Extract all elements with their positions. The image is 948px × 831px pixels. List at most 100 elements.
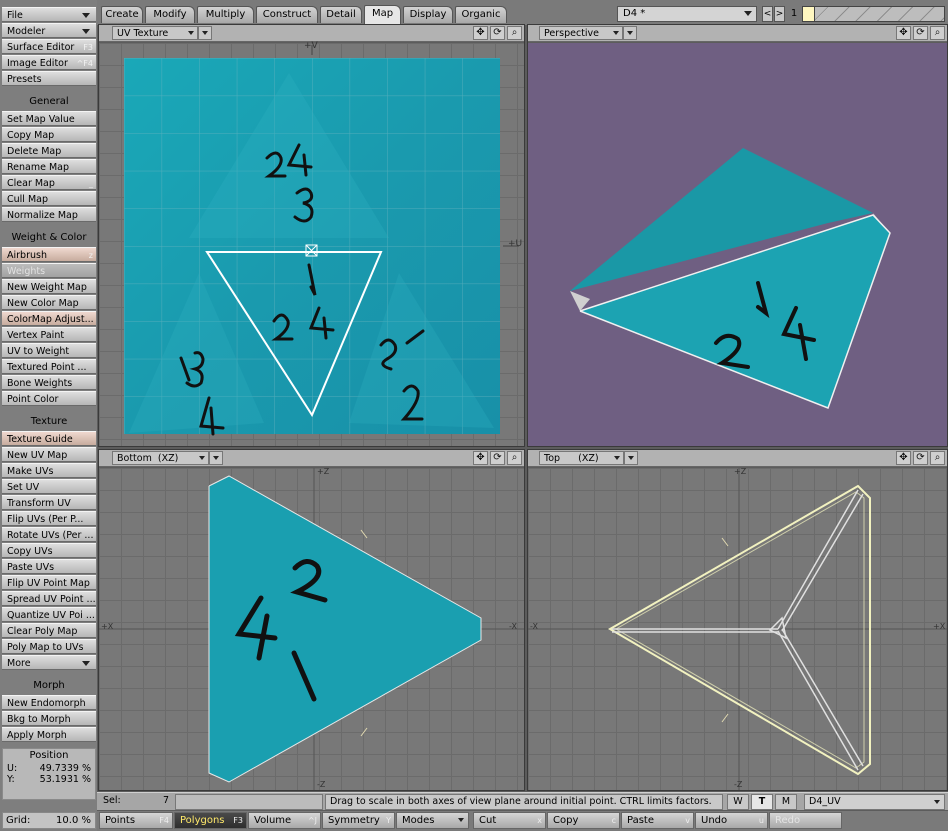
active-layer-button[interactable] [803, 7, 815, 21]
bottom-viewport[interactable]: Bottom (XZ) ✥ ⟳ ⌕ +Z -Z +X -X [98, 449, 525, 791]
more-menu[interactable]: More [2, 655, 96, 670]
clear-poly-map-button[interactable]: Clear Poly Map [2, 623, 96, 638]
transform-uv-button[interactable]: Transform UV [2, 495, 96, 510]
rotate-view-icon[interactable]: ⟳ [490, 26, 505, 40]
status-bar: Sel: 7 Drag to scale in both axes of view… [97, 792, 948, 810]
tab-organic[interactable]: Organic [455, 6, 507, 23]
paste-uvs-button[interactable]: Paste UVs [2, 559, 96, 574]
file-menu[interactable]: File [2, 7, 96, 22]
rename-map-button[interactable]: Rename Map [2, 159, 96, 174]
rotate-view-icon[interactable]: ⟳ [913, 26, 928, 40]
weights-button[interactable]: Weights [2, 263, 96, 278]
uv-to-weight-button[interactable]: UV to Weight [2, 343, 96, 358]
t-toggle[interactable]: T [751, 794, 773, 810]
redo-button[interactable]: Redo [769, 812, 842, 829]
symmetry-button[interactable]: Symmetry Y [322, 812, 395, 829]
apply-morph-button[interactable]: Apply Morph [2, 727, 96, 742]
zoom-view-icon[interactable]: ⌕ [930, 451, 945, 465]
m-toggle[interactable]: M [775, 794, 797, 810]
zoom-view-icon[interactable]: ⌕ [930, 26, 945, 40]
set-uv-button[interactable]: Set UV [2, 479, 96, 494]
view-type-selector[interactable]: Bottom (XZ) [112, 451, 209, 465]
poly-map-to-uvs-button[interactable]: Poly Map to UVs [2, 639, 96, 654]
tab-detail[interactable]: Detail [320, 6, 362, 23]
colormap-adjust-button[interactable]: ColorMap Adjust... [2, 311, 96, 326]
perspective-viewport[interactable]: Perspective ✥ ⟳ ⌕ [527, 24, 948, 447]
tab-map[interactable]: Map [364, 5, 401, 24]
points-mode-button[interactable]: Points F4 [99, 812, 173, 829]
view-type-selector[interactable]: Top (XZ) [539, 451, 624, 465]
airbrush-button[interactable]: Airbrush z [2, 247, 96, 262]
view-options-menu[interactable] [198, 26, 212, 40]
position-u-row: U: 49.7339 % [7, 763, 91, 774]
spread-uv-point-button[interactable]: Spread UV Point ... [2, 591, 96, 606]
presets-button[interactable]: Presets [2, 71, 96, 86]
zoom-view-icon[interactable]: ⌕ [507, 26, 522, 40]
new-weight-map-button[interactable]: New Weight Map [2, 279, 96, 294]
move-view-icon[interactable]: ✥ [473, 451, 488, 465]
perspective-canvas[interactable] [528, 43, 947, 446]
new-color-map-button[interactable]: New Color Map [2, 295, 96, 310]
clear-map-button[interactable]: Clear Map _ [2, 175, 96, 190]
quantize-uv-button[interactable]: Quantize UV Poi ... [2, 607, 96, 622]
move-view-icon[interactable]: ✥ [473, 26, 488, 40]
make-uvs-button[interactable]: Make UVs [2, 463, 96, 478]
textured-point-button[interactable]: Textured Point ... [2, 359, 96, 374]
uv-canvas[interactable]: +V +U [99, 41, 524, 446]
rotate-uvs-button[interactable]: Rotate UVs (Per ... [2, 527, 96, 542]
top-canvas[interactable]: +Z -Z -X +X [528, 467, 947, 790]
tab-construct[interactable]: Construct [256, 6, 318, 23]
tab-display[interactable]: Display [403, 6, 453, 23]
volume-mode-button[interactable]: Volume ^J [248, 812, 321, 829]
set-map-value-button[interactable]: Set Map Value [2, 111, 96, 126]
normalize-map-button[interactable]: Normalize Map [2, 207, 96, 222]
copy-map-button[interactable]: Copy Map [2, 127, 96, 142]
vmap-selector[interactable]: D4_UV [804, 794, 945, 810]
uv-texture-viewport[interactable]: UV Texture ✥ ⟳ ⌕ +V +U [98, 24, 525, 447]
tab-multiply[interactable]: Multiply [197, 6, 254, 23]
view-options-menu[interactable] [209, 451, 223, 465]
object-selector[interactable]: D4 * [617, 6, 757, 22]
grid-size-field[interactable]: Grid: 10.0 % [2, 812, 96, 829]
delete-map-button[interactable]: Delete Map [2, 143, 96, 158]
w-toggle[interactable]: W [727, 794, 749, 810]
tab-modify[interactable]: Modify [145, 6, 195, 23]
zoom-view-icon[interactable]: ⌕ [507, 451, 522, 465]
tab-create[interactable]: Create [101, 6, 143, 23]
view-type-selector[interactable]: Perspective [539, 26, 623, 40]
copy-uvs-button[interactable]: Copy UVs [2, 543, 96, 558]
prev-layer-button[interactable]: < [762, 6, 773, 22]
next-layer-button[interactable]: > [774, 6, 785, 22]
new-endomorph-button[interactable]: New Endomorph [2, 695, 96, 710]
modeler-menu[interactable]: Modeler [2, 23, 96, 38]
cull-map-button[interactable]: Cull Map [2, 191, 96, 206]
paste-button[interactable]: Paste v [621, 812, 694, 829]
image-editor-button[interactable]: Image Editor ^F4 [2, 55, 96, 70]
surface-editor-button[interactable]: Surface Editor F3 [2, 39, 96, 54]
vertex-paint-button[interactable]: Vertex Paint [2, 327, 96, 342]
texture-guide-button[interactable]: Texture Guide [2, 431, 96, 446]
copy-button[interactable]: Copy c [547, 812, 620, 829]
layer-buttons[interactable] [802, 6, 945, 22]
top-viewport[interactable]: Top (XZ) ✥ ⟳ ⌕ +Z -Z -X +X [527, 449, 948, 791]
rotate-view-icon[interactable]: ⟳ [490, 451, 505, 465]
point-color-button[interactable]: Point Color [2, 391, 96, 406]
bone-weights-button[interactable]: Bone Weights [2, 375, 96, 390]
rotate-view-icon[interactable]: ⟳ [913, 451, 928, 465]
flip-uv-point-map-button[interactable]: Flip UV Point Map [2, 575, 96, 590]
undo-button[interactable]: Undo u [695, 812, 768, 829]
new-uv-map-button[interactable]: New UV Map [2, 447, 96, 462]
bottom-canvas[interactable]: +Z -Z +X -X [99, 467, 524, 790]
view-type-selector[interactable]: UV Texture [112, 26, 198, 40]
bkg-to-morph-button[interactable]: Bkg to Morph [2, 711, 96, 726]
modes-menu[interactable]: Modes [396, 812, 469, 829]
numeric-field[interactable] [175, 794, 323, 810]
flip-uvs-button[interactable]: Flip UVs (Per P... [2, 511, 96, 526]
view-options-menu[interactable] [623, 26, 637, 40]
selected-polygon-outline[interactable] [608, 484, 871, 776]
cut-button[interactable]: Cut x [473, 812, 546, 829]
move-view-icon[interactable]: ✥ [896, 451, 911, 465]
polygons-mode-button[interactable]: Polygons F3 [174, 812, 247, 829]
move-view-icon[interactable]: ✥ [896, 26, 911, 40]
view-options-menu[interactable] [624, 451, 638, 465]
